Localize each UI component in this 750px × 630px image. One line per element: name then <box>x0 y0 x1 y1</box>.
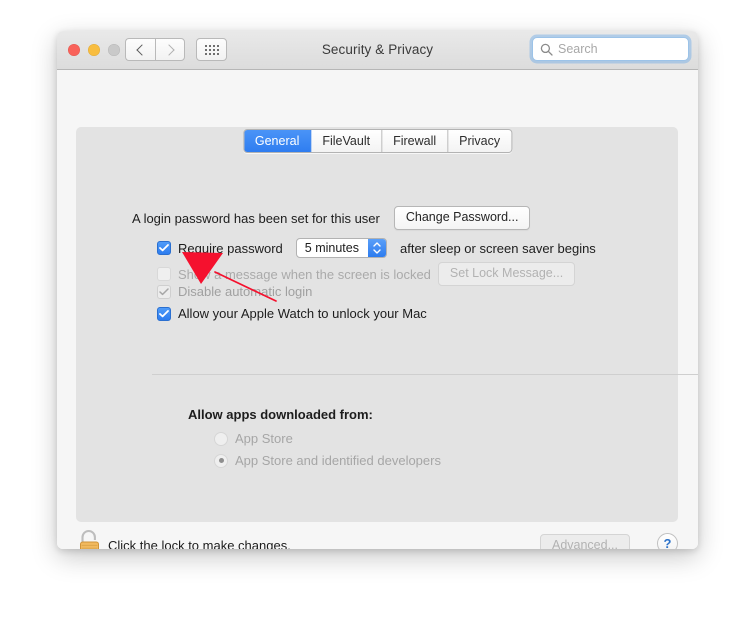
allow-apps-option-app-store: App Store <box>214 431 293 446</box>
change-password-button[interactable]: Change Password... <box>393 206 531 230</box>
tab-bar: General FileVault Firewall Privacy <box>242 129 513 153</box>
apple-watch-unlock-label: Allow your Apple Watch to unlock your Ma… <box>178 306 427 321</box>
show-lock-message-checkbox <box>157 267 171 281</box>
require-password-suffix: after sleep or screen saver begins <box>399 240 596 256</box>
window-titlebar: Security & Privacy <box>57 31 698 70</box>
login-password-status: A login password has been set for this u… <box>132 210 380 226</box>
require-password-label: Require password <box>178 240 283 256</box>
require-password-row[interactable]: Require password 5 minutes after sleep o… <box>157 238 596 258</box>
tab-filevault[interactable]: FileVault <box>311 130 383 152</box>
lock-message: Click the lock to make changes. <box>108 538 291 549</box>
radio-app-store <box>214 431 228 446</box>
popup-stepper-icon <box>367 239 386 257</box>
window-footer: Click the lock to make changes. Advanced… <box>57 522 698 549</box>
radio-app-store-label: App Store <box>235 431 293 446</box>
apple-watch-unlock-checkbox[interactable] <box>157 306 171 321</box>
set-lock-message-button: Set Lock Message... <box>437 262 576 286</box>
disable-auto-login-row: Disable automatic login <box>157 284 312 299</box>
search-input[interactable] <box>558 42 676 56</box>
show-lock-message-label: Show a message when the screen is locked <box>178 266 431 282</box>
search-field[interactable] <box>532 37 689 61</box>
apple-watch-unlock-row[interactable]: Allow your Apple Watch to unlock your Ma… <box>157 306 427 321</box>
checkmark-icon <box>159 287 169 295</box>
allow-apps-option-identified-developers: App Store and identified developers <box>214 453 441 468</box>
allow-apps-title: Allow apps downloaded from: <box>188 407 373 422</box>
preferences-window: Security & Privacy General FileVault Fir… <box>57 31 698 549</box>
disable-auto-login-checkbox <box>157 284 171 299</box>
tab-privacy[interactable]: Privacy <box>448 130 512 152</box>
disable-auto-login-label: Disable automatic login <box>178 284 313 299</box>
chevron-up-icon <box>373 242 381 247</box>
checkmark-icon <box>159 309 169 317</box>
tab-firewall[interactable]: Firewall <box>382 130 449 152</box>
help-button[interactable]: ? <box>657 533 678 549</box>
chevron-down-icon <box>373 249 381 254</box>
radio-identified-developers-label: App Store and identified developers <box>235 453 441 468</box>
window-content: General FileVault Firewall Privacy A log… <box>57 70 698 549</box>
unlocked-padlock-icon <box>80 529 99 549</box>
require-password-checkbox[interactable] <box>157 241 171 255</box>
login-password-row: A login password has been set for this u… <box>132 206 531 230</box>
search-icon <box>540 43 553 56</box>
section-divider <box>152 374 698 375</box>
lock-button[interactable] <box>76 529 103 549</box>
show-lock-message-row: Show a message when the screen is locked… <box>157 262 576 286</box>
checkmark-icon <box>159 244 169 252</box>
radio-identified-developers <box>214 453 228 468</box>
radio-selected-dot <box>218 458 224 463</box>
require-password-delay-value: 5 minutes <box>304 241 359 255</box>
advanced-button: Advanced... <box>539 534 630 549</box>
require-password-delay-popup[interactable]: 5 minutes <box>295 238 387 258</box>
tab-general[interactable]: General <box>243 130 312 152</box>
